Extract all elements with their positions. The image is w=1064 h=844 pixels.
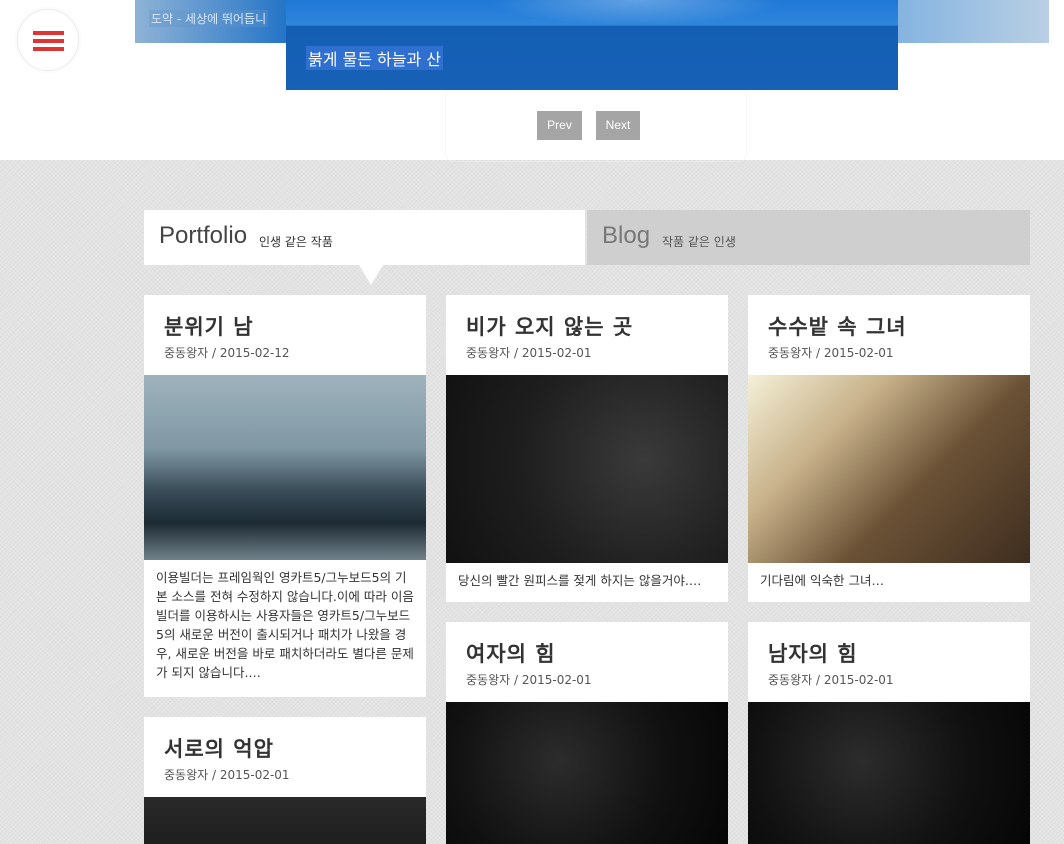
slide-image-highlight [486,0,786,26]
tab-title: Portfolio [159,222,248,249]
card-title[interactable]: 서로의 억압 [164,733,274,763]
prev-button[interactable]: Prev [537,111,582,140]
portfolio-card[interactable]: 수수밭 속 그녀 중동왕자 / 2015-02-01 기다림에 익숙한 그녀… [748,295,1030,602]
card-title[interactable]: 비가 오지 않는 곳 [466,311,633,341]
card-meta: 중동왕자 / 2015-02-01 [466,673,592,687]
card-excerpt: 당신의 빨간 원피스를 젖게 하지는 않을거야.… [458,573,702,588]
card-photo-female-tennis[interactable] [446,702,728,844]
card-excerpt: 기다림에 익숙한 그녀… [760,573,884,588]
card-title[interactable]: 남자의 힘 [768,638,858,668]
active-tab-pointer [359,265,383,285]
card-meta: 중동왕자 / 2015-02-01 [164,768,290,782]
hamburger-menu-button[interactable] [17,9,79,71]
portfolio-card[interactable]: 여자의 힘 중동왕자 / 2015-02-01 [446,622,728,844]
card-photo-woman-in-field[interactable] [748,375,1030,563]
tab-subtitle: 인생 같은 작품 [259,235,333,249]
portfolio-card[interactable]: 서로의 억압 중동왕자 / 2015-02-01 [144,717,426,844]
card-photo-woman-umbrella[interactable] [446,375,728,563]
next-button[interactable]: Next [596,111,640,140]
section-tabs: Portfolio 인생 같은 작품 Blog 작품 같은 인생 [144,210,1030,265]
card-meta: 중동왕자 / 2015-02-12 [164,346,290,360]
active-slide[interactable]: 붉게 물든 하늘과 산 [286,0,898,90]
card-photo-man-on-pier[interactable] [144,375,426,560]
card-meta: 중동왕자 / 2015-02-01 [466,346,592,360]
portfolio-card[interactable]: 분위기 남 중동왕자 / 2015-02-12 이용빌더는 프레임웍인 영카트5… [144,295,426,697]
menu-bar-icon [33,39,64,43]
tab-subtitle: 작품 같은 인생 [662,235,736,249]
top-slider-area: 도약 - 세상에 뛰어듭니 붉게 물든 하늘과 산 Prev Next [0,0,1064,162]
card-photo-male-tennis[interactable] [748,702,1030,844]
card-title[interactable]: 수수밭 속 그녀 [768,311,907,341]
card-meta: 중동왕자 / 2015-02-01 [768,346,894,360]
card-excerpt: 이용빌더는 프레임웍인 영카트5/그누보드5의 기본 소스를 전혀 수정하지 않… [156,570,414,680]
card-title[interactable]: 여자의 힘 [466,638,556,668]
card-meta: 중동왕자 / 2015-02-01 [768,673,894,687]
card-photo-dark-room[interactable] [144,797,426,844]
tab-title: Blog [602,222,651,249]
background-slide-caption: 도약 - 세상에 뛰어듭니 [149,10,269,27]
menu-bar-icon [33,31,64,35]
portfolio-card[interactable]: 남자의 힘 중동왕자 / 2015-02-01 [748,622,1030,844]
tab-blog[interactable]: Blog 작품 같은 인생 [587,210,1030,265]
portfolio-card[interactable]: 비가 오지 않는 곳 중동왕자 / 2015-02-01 당신의 빨간 원피스를… [446,295,728,602]
active-slide-caption: 붉게 물든 하늘과 산 [306,46,444,70]
tab-portfolio[interactable]: Portfolio 인생 같은 작품 [144,210,585,265]
card-title[interactable]: 분위기 남 [164,311,254,341]
menu-bar-icon [33,47,64,51]
